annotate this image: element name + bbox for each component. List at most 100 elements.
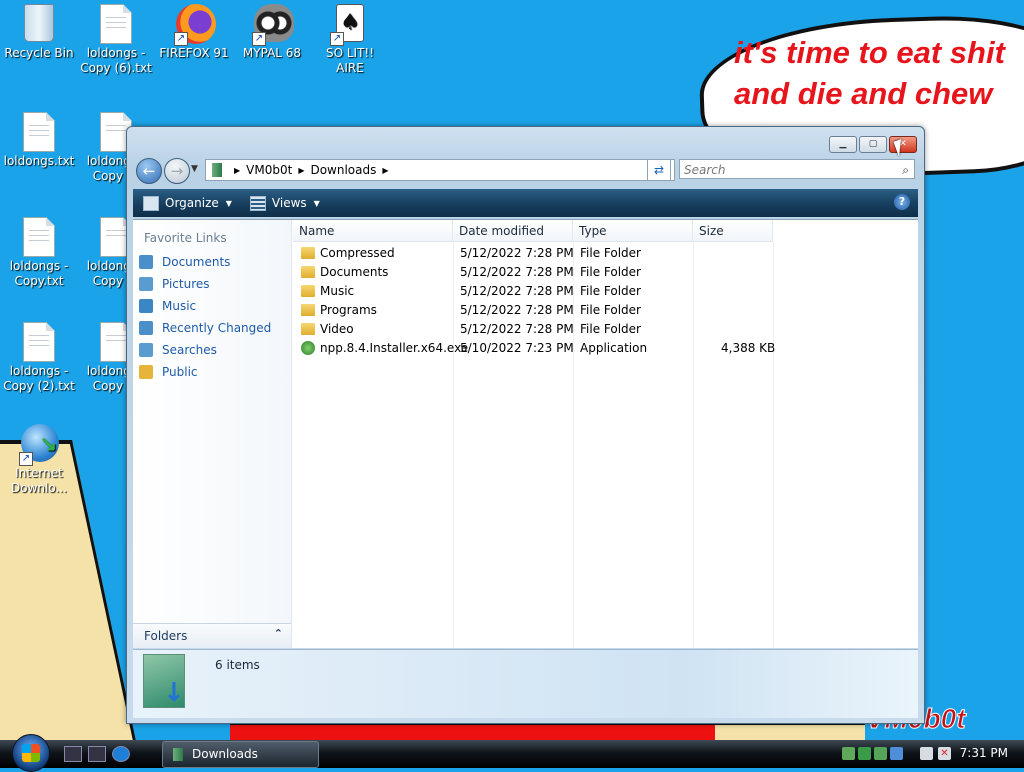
desktop-icon-mypal[interactable]: ↗ MYPAL 68 [234, 4, 310, 61]
file-size: 4,388 KB [721, 341, 776, 355]
refresh-button[interactable]: ⇄ [647, 159, 671, 181]
views-button[interactable]: Views ▼ [249, 195, 320, 211]
favorite-link-searches[interactable]: Searches [139, 340, 217, 360]
recent-pages-dropdown[interactable]: ▼ [191, 164, 198, 174]
file-name: Video [320, 322, 354, 336]
system-tray: ✕ 7:31 PM [838, 740, 1024, 768]
command-toolbar: Organize ▼ Views ▼ ? [133, 189, 918, 217]
tray-app-icon[interactable] [842, 747, 855, 760]
clock[interactable]: 7:31 PM [960, 746, 1008, 760]
column-header-date-modified[interactable]: Date modified [453, 220, 573, 242]
navigation-bar: ← → ▼ ▶ VM0b0t ▶ Downloads ▶ ▼ ⇄ Search … [133, 158, 918, 184]
tray-app-icon[interactable] [874, 747, 887, 760]
file-type: File Folder [580, 303, 641, 317]
folder-icon [301, 266, 315, 278]
internet-explorer-icon[interactable] [112, 746, 130, 762]
column-header-type[interactable]: Type [573, 220, 693, 242]
file-type: Application [580, 341, 648, 355]
column-header-size[interactable]: Size [693, 220, 773, 242]
table-row[interactable]: Compressed 5/12/2022 7:28 PM File Folder [293, 244, 918, 263]
text-file-icon [21, 217, 57, 257]
shortcut-arrow-icon: ↗ [252, 32, 266, 46]
favorite-link-recently-changed[interactable]: Recently Changed [139, 318, 271, 338]
breadcrumb-separator-icon: ▶ [234, 165, 241, 175]
favorite-link-music[interactable]: Music [139, 296, 196, 316]
favorite-link-label: Music [162, 299, 197, 313]
favorite-link-label: Documents [162, 255, 231, 269]
search-placeholder: Search [684, 163, 726, 177]
table-row[interactable]: npp.8.4.Installer.x64.exe 5/10/2022 7:23… [293, 339, 918, 358]
file-name: Programs [320, 303, 377, 317]
file-name: Documents [320, 265, 389, 279]
favorite-link-pictures[interactable]: Pictures [139, 274, 210, 294]
desktop-icon-label: Recycle Bin [4, 46, 74, 60]
table-row[interactable]: Documents 5/12/2022 7:28 PM File Folder [293, 263, 918, 282]
address-bar[interactable]: ▶ VM0b0t ▶ Downloads ▶ ▼ [205, 159, 675, 181]
back-button[interactable]: ← [136, 158, 162, 184]
raccoon-icon: ↗ [252, 4, 294, 46]
show-desktop-icon[interactable] [64, 746, 82, 762]
desktop-icon-txt-file[interactable]: loldongs - Copy (6).txt [78, 4, 154, 76]
desktop-icon-internet-download-manager[interactable]: ↘ ↗ Internet Downlo... [1, 424, 77, 496]
column-header-name[interactable]: Name [293, 220, 453, 242]
forward-arrow-icon: → [170, 162, 184, 180]
search-icon[interactable]: ⌕ [902, 160, 909, 180]
views-label: Views [271, 196, 307, 210]
favorite-link-public[interactable]: Public [139, 362, 198, 382]
breadcrumb-item-downloads[interactable]: Downloads [310, 163, 376, 177]
navigation-pane: Favorite Links Documents Pictures Music … [133, 220, 292, 648]
recently-changed-icon [139, 321, 153, 335]
file-type: File Folder [580, 322, 641, 336]
desktop-icon-txt-file[interactable]: loldongs - Copy (2).txt [1, 322, 77, 394]
favorite-link-documents[interactable]: Documents [139, 252, 230, 272]
favorite-link-label: Recently Changed [162, 321, 272, 335]
desktop-icon-label: SO LIT!! AIRE [325, 46, 375, 75]
desktop-icon-recycle-bin[interactable]: Recycle Bin [1, 4, 77, 61]
file-date: 5/12/2022 7:28 PM [460, 322, 574, 336]
forward-button[interactable]: → [164, 158, 190, 184]
desktop-icon-txt-file[interactable]: loldongs - Copy.txt [1, 217, 77, 289]
organize-button[interactable]: Organize ▼ [143, 195, 232, 211]
help-icon: ? [898, 195, 906, 208]
views-icon [249, 195, 266, 211]
table-row[interactable]: Programs 5/12/2022 7:28 PM File Folder [293, 301, 918, 320]
public-folder-icon [139, 365, 153, 379]
table-row[interactable]: Music 5/12/2022 7:28 PM File Folder [293, 282, 918, 301]
explorer-window-icon [173, 748, 183, 761]
firefox-icon: ↗ [174, 4, 216, 46]
volume-muted-icon[interactable]: ✕ [938, 747, 951, 760]
folders-toggle[interactable]: Folders ⌃ [133, 623, 291, 648]
folder-icon [301, 247, 315, 259]
network-icon[interactable] [920, 747, 933, 760]
favorite-link-label: Public [162, 365, 198, 379]
minimize-button[interactable]: ▁ [829, 136, 857, 153]
explorer-content: Favorite Links Documents Pictures Music … [133, 219, 918, 648]
taskbar-button-downloads[interactable]: Downloads [162, 741, 319, 768]
desktop-icon-solitaire[interactable]: ♠ ↗ SO LIT!! AIRE [312, 4, 388, 76]
globe-download-icon: ↘ ↗ [19, 424, 59, 466]
tray-app-icon[interactable] [890, 747, 903, 760]
file-type: File Folder [580, 265, 641, 279]
file-date: 5/12/2022 7:28 PM [460, 284, 574, 298]
chevron-down-icon: ▼ [225, 198, 232, 208]
tray-app-icon[interactable] [858, 747, 871, 760]
desktop-icon-txt-file[interactable]: loldongs.txt [1, 112, 77, 169]
switch-windows-icon[interactable] [88, 746, 106, 762]
breadcrumb-item-vm0b0t[interactable]: VM0b0t [246, 163, 292, 177]
help-button[interactable]: ? [894, 194, 910, 210]
favorite-link-label: Pictures [162, 277, 210, 291]
table-row[interactable]: Video 5/12/2022 7:28 PM File Folder [293, 320, 918, 339]
favorite-links-title: Favorite Links [144, 231, 227, 245]
file-list: Name Date modified Type Size Compressed … [293, 220, 918, 648]
search-input[interactable]: Search ⌕ [679, 159, 915, 179]
wallpaper-text: it's time to eat shit and die and chew [734, 35, 1005, 111]
windows-logo-icon [22, 744, 40, 762]
start-button[interactable] [12, 734, 50, 772]
item-count: 6 items [215, 658, 260, 672]
desktop-icon-firefox[interactable]: ↗ FIREFOX 91 [156, 4, 232, 61]
breadcrumb-separator-icon: ▶ [382, 165, 389, 175]
maximize-button[interactable]: ▢ [859, 136, 887, 153]
file-date: 5/12/2022 7:28 PM [460, 265, 574, 279]
desktop-icon-label: loldongs.txt [3, 154, 75, 168]
desktop-icon-label: MYPAL 68 [242, 46, 302, 60]
